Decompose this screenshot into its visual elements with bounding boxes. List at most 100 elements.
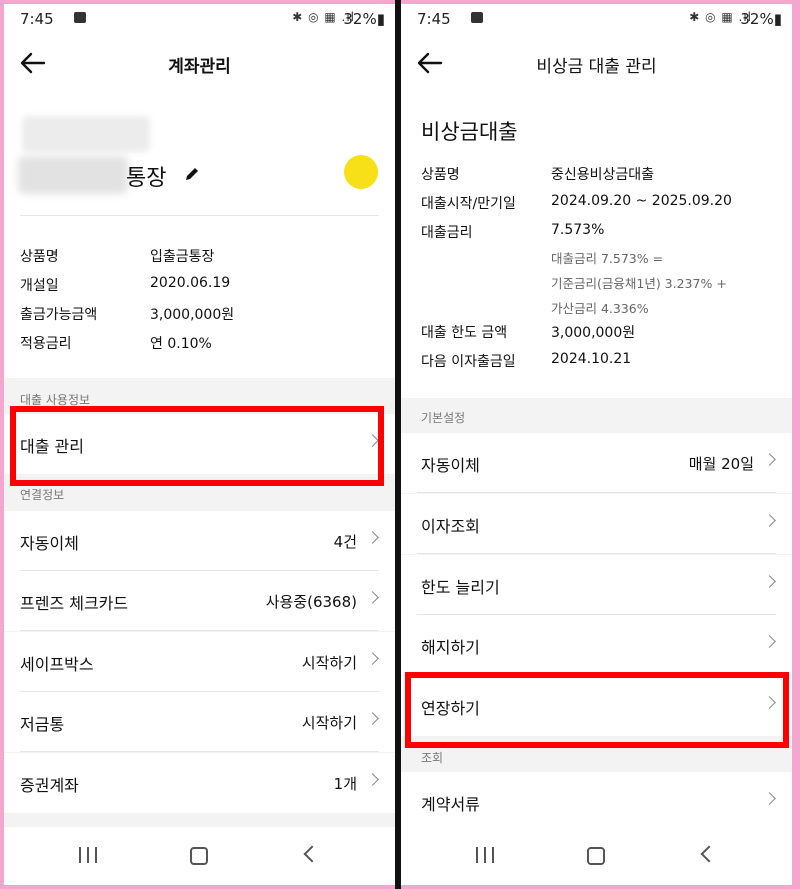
rate-detail-line: 기준금리(금융채1년) 3.237% + (551, 276, 727, 291)
divider (20, 751, 379, 752)
back-icon[interactable] (700, 845, 718, 863)
menu-value: 사용중(6368) (265, 593, 357, 611)
divider (417, 553, 776, 554)
loan-heading: 비상금대출 (421, 120, 518, 144)
loan-info-table: 상품명 중신용비상금대출 대출시작/만기일 2024.09.20 ~ 2025.… (421, 164, 781, 251)
chevron-right-icon (366, 712, 379, 725)
info-value: 7.573% (551, 222, 605, 238)
home-icon[interactable] (190, 847, 208, 865)
loan-info-table-2: 대출 한도 금액 3,000,000원 다음 이자출금일 2024.10.21 (421, 322, 781, 380)
chevron-right-icon (763, 453, 776, 466)
gallery-icon (471, 12, 483, 23)
info-row: 다음 이자출금일 2024.10.21 (421, 351, 781, 380)
highlight-box (405, 672, 789, 748)
battery-indicator: 32%▮ (343, 10, 385, 28)
back-icon[interactable] (303, 845, 321, 863)
menu-row-documents[interactable]: 계약서류 (401, 772, 792, 832)
menu-row-limit[interactable]: 한도 늘리기 (401, 555, 792, 615)
avatar[interactable] (344, 155, 378, 189)
info-key: 상품명 (421, 167, 460, 183)
link-section-label: 연결정보 (20, 488, 65, 502)
info-value: 3,000,000원 (150, 307, 235, 323)
page-title: 계좌관리 (168, 57, 231, 77)
chevron-right-icon (366, 652, 379, 665)
info-key: 적용금리 (20, 336, 72, 352)
recents-icon[interactable] (476, 847, 494, 863)
menu-value: 매월 20일 (688, 455, 754, 473)
menu-row-autotransfer[interactable]: 자동이체 4건 (4, 511, 395, 571)
account-name-suffix: 통장 (126, 166, 167, 191)
menu-row-securities[interactable]: 증권계좌 1개 (4, 753, 395, 813)
info-key: 출금가능금액 (20, 307, 98, 323)
info-row: 대출시작/만기일 2024.09.20 ~ 2025.09.20 (421, 193, 781, 222)
divider (20, 215, 379, 216)
info-value: 연 0.10% (150, 336, 212, 352)
nav-bar (4, 827, 395, 885)
menu-row-checkcard[interactable]: 프렌즈 체크카드 사용중(6368) (4, 571, 395, 631)
status-bar: 7:45 ✱ ◎ ▦ .ıl 32%▮ (401, 4, 792, 34)
info-row: 대출 한도 금액 3,000,000원 (421, 322, 781, 351)
menu-row-interest[interactable]: 이자조회 (401, 494, 792, 554)
account-info-table: 상품명 입출금통장 개설일 2020.06.19 출금가능금액 3,000,00… (20, 246, 380, 362)
app-bar: 계좌관리 (4, 38, 395, 88)
info-value: 중신용비상금대출 (551, 167, 655, 183)
menu-value: 1개 (333, 775, 357, 793)
edit-pencil-icon[interactable] (184, 166, 200, 182)
menu-label: 계약서류 (421, 795, 480, 814)
menu-label: 자동이체 (20, 534, 79, 553)
info-value: 2024.10.21 (551, 351, 632, 367)
menu-value: 시작하기 (301, 714, 357, 732)
menu-label: 한도 늘리기 (421, 578, 500, 597)
info-row: 개설일 2020.06.19 (20, 275, 380, 304)
info-row: 상품명 중신용비상금대출 (421, 164, 781, 193)
info-key: 개설일 (20, 278, 59, 294)
home-icon[interactable] (587, 847, 605, 865)
info-value: 2020.06.19 (150, 275, 231, 291)
chevron-right-icon (366, 531, 379, 544)
menu-row-safebox[interactable]: 세이프박스 시작하기 (4, 632, 395, 692)
status-time: 7:45 (417, 10, 451, 28)
lookup-section-label: 조회 (421, 751, 444, 765)
menu-row-autotransfer[interactable]: 자동이체 매월 20일 (401, 433, 792, 493)
menu-label: 증권계좌 (20, 776, 79, 795)
menu-label: 프렌즈 체크카드 (20, 594, 129, 613)
info-row: 적용금리 연 0.10% (20, 333, 380, 362)
menu-row-piggybank[interactable]: 저금통 시작하기 (4, 692, 395, 752)
info-value: 3,000,000원 (551, 325, 636, 341)
rate-detail: 대출금리 7.573% = 기준금리(금융채1년) 3.237% + 가산금리 … (551, 246, 727, 321)
chevron-right-icon (763, 792, 776, 805)
right-screen: 7:45 ✱ ◎ ▦ .ıl 32%▮ 비상금 대출 관리 비상금대출 상품명 … (401, 4, 792, 885)
blurred-account-name (18, 156, 128, 194)
rate-detail-line: 가산금리 4.336% (551, 301, 649, 316)
info-key: 대출금리 (421, 225, 473, 241)
chevron-right-icon (366, 591, 379, 604)
menu-label: 저금통 (20, 715, 65, 734)
menu-label: 자동이체 (421, 456, 480, 475)
chevron-right-icon (763, 635, 776, 648)
menu-value: 4건 (333, 533, 357, 551)
status-time: 7:45 (20, 10, 54, 28)
status-bar: 7:45 ✱ ◎ ▦ .ıl 32%▮ (4, 4, 395, 34)
info-value: 입출금통장 (150, 249, 215, 265)
chevron-right-icon (763, 575, 776, 588)
menu-label: 세이프박스 (20, 655, 94, 674)
chevron-right-icon (763, 514, 776, 527)
basic-section-label: 기본설정 (421, 411, 466, 425)
highlight-box (10, 406, 384, 486)
menu-row-terminate[interactable]: 해지하기 (401, 615, 792, 675)
nav-bar (401, 827, 792, 885)
left-screen: 7:45 ✱ ◎ ▦ .ıl 32%▮ 계좌관리 통장 상품명 입출금통장 개설… (4, 4, 395, 885)
recents-icon[interactable] (79, 847, 97, 863)
battery-indicator: 32%▮ (740, 10, 782, 28)
menu-label: 이자조회 (421, 517, 480, 536)
divider (20, 630, 379, 631)
menu-value: 시작하기 (301, 654, 357, 672)
info-key: 다음 이자출금일 (421, 354, 516, 370)
page-title: 비상금 대출 관리 (536, 57, 657, 77)
app-bar: 비상금 대출 관리 (401, 38, 792, 88)
info-key: 대출 한도 금액 (421, 325, 508, 341)
rate-detail-line: 대출금리 7.573% = (551, 251, 664, 266)
divider (417, 492, 776, 493)
info-value: 2024.09.20 ~ 2025.09.20 (551, 193, 732, 209)
info-key: 상품명 (20, 249, 59, 265)
